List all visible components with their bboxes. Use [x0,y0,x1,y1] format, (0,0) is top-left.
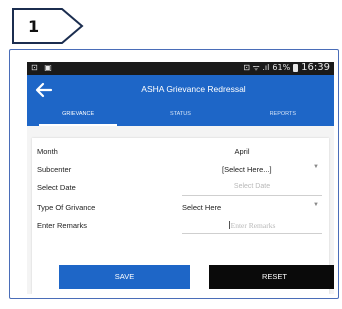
dropdown-arrow-icon[interactable]: ▼ [313,202,319,208]
date-field[interactable]: Select Date [182,181,322,196]
phone-screen: ⊡ ▣ ⊡ ᯤ .ıl 61% 16:39 ASHA Grievance Red… [27,62,334,294]
remarks-field[interactable]: Enter Remarks [182,219,322,234]
subcenter-select[interactable]: [Select Here...] [222,165,272,174]
dropdown-arrow-icon[interactable]: ▼ [313,164,319,170]
date-row: Select Date Select Date [32,178,329,198]
status-bar: ⊡ ▣ ⊡ ᯤ .ıl 61% 16:39 [27,62,334,75]
type-select[interactable]: Select Here [182,203,221,212]
subcenter-label: Subcenter [37,165,72,174]
date-label: Select Date [37,183,76,192]
step-badge-shape [12,8,84,44]
remarks-label: Enter Remarks [37,221,88,230]
tab-grievance[interactable]: GRIEVANCE [27,105,129,126]
app-bar: ASHA Grievance Redressal [27,75,334,105]
remarks-placeholder: Enter Remarks [182,221,322,230]
status-right: ⊡ ᯤ .ıl 61% 16:39 [243,62,330,73]
type-row[interactable]: Type Of Grivance Select Here ▼ [32,198,329,218]
tab-reports[interactable]: REPORTS [232,105,334,126]
signal-icon: ⊡ ᯤ .ıl [243,63,270,72]
tab-bar: GRIEVANCE STATUS REPORTS [27,105,334,126]
app-title: ASHA Grievance Redressal [141,84,246,94]
save-button[interactable]: SAVE [59,265,190,289]
month-row: Month April [32,142,329,162]
step-number: 1 [28,17,40,36]
month-label: Month [37,147,58,156]
status-notification-icons: ⊡ ▣ [31,63,54,72]
step-badge: 1 [12,8,84,44]
battery-icon [293,63,299,72]
month-value: April [234,147,250,156]
status-time: 16:39 [301,62,330,73]
battery-percent: 61% [272,63,291,72]
date-placeholder: Select Date [233,183,271,190]
remarks-placeholder-text: Enter Remarks [230,221,276,230]
reset-button[interactable]: RESET [209,265,334,289]
text-cursor [228,221,230,229]
type-label: Type Of Grivance [37,203,96,212]
tab-status[interactable]: STATUS [129,105,231,126]
remarks-row: Enter Remarks Enter Remarks [32,216,329,236]
subcenter-row[interactable]: Subcenter [Select Here...] ▼ [32,160,329,180]
